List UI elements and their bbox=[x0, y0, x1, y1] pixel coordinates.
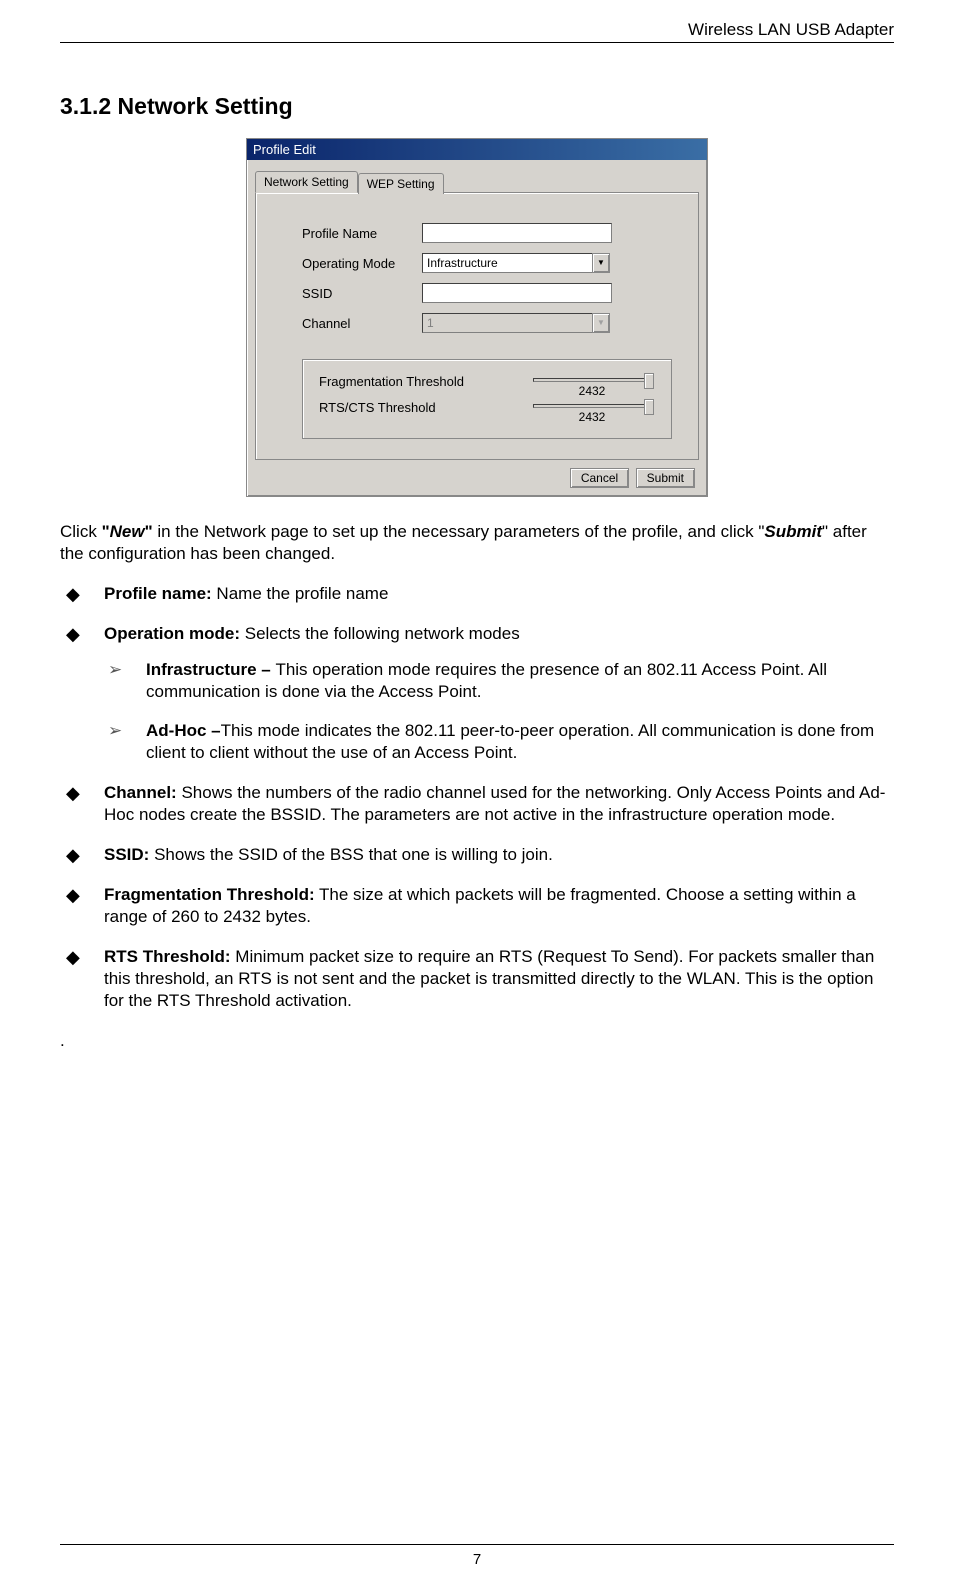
chevron-down-icon[interactable]: ▼ bbox=[592, 253, 610, 273]
combo-operating-mode-value: Infrastructure bbox=[422, 253, 592, 273]
bullet-label: Infrastructure – bbox=[146, 660, 275, 679]
bullet-profile-name: Profile name: Name the profile name bbox=[60, 583, 894, 605]
row-ssid: SSID bbox=[302, 283, 672, 303]
bullet-text: This mode indicates the 802.11 peer-to-p… bbox=[146, 721, 874, 762]
dialog-titlebar: Profile Edit bbox=[247, 139, 707, 160]
row-profile-name: Profile Name bbox=[302, 223, 672, 243]
bullet-rts-threshold: RTS Threshold: Minimum packet size to re… bbox=[60, 946, 894, 1012]
label-channel: Channel bbox=[302, 316, 422, 331]
sub-bullet-infrastructure: Infrastructure – This operation mode req… bbox=[104, 659, 894, 703]
text: Submit bbox=[764, 522, 822, 541]
sub-bullet-list: Infrastructure – This operation mode req… bbox=[104, 659, 894, 763]
rts-value: 2432 bbox=[529, 410, 655, 424]
combo-channel: 1 ▼ bbox=[422, 313, 610, 333]
slider-frag-threshold[interactable]: 2432 bbox=[529, 372, 655, 398]
text: in the Network page to set up the necess… bbox=[153, 522, 765, 541]
trailing-dot: . bbox=[60, 1031, 894, 1051]
slider-track bbox=[533, 404, 651, 408]
label-frag-threshold: Fragmentation Threshold bbox=[319, 372, 529, 389]
bullet-label: RTS Threshold: bbox=[104, 947, 231, 966]
bullet-label: Fragmentation Threshold: bbox=[104, 885, 315, 904]
bullet-text: Shows the numbers of the radio channel u… bbox=[104, 783, 885, 824]
bullet-text: Shows the SSID of the BSS that one is wi… bbox=[149, 845, 553, 864]
bullet-channel: Channel: Shows the numbers of the radio … bbox=[60, 782, 894, 826]
intro-paragraph: Click "New" in the Network page to set u… bbox=[60, 521, 894, 565]
page-header: Wireless LAN USB Adapter bbox=[60, 20, 894, 43]
slider-thumb-icon[interactable] bbox=[644, 399, 654, 415]
combo-operating-mode[interactable]: Infrastructure ▼ bbox=[422, 253, 610, 273]
bullet-list: Profile name: Name the profile name Oper… bbox=[60, 583, 894, 1012]
cancel-button[interactable]: Cancel bbox=[570, 468, 629, 488]
tab-row: Network Setting WEP Setting bbox=[255, 170, 699, 192]
dialog-button-row: Cancel Submit bbox=[255, 468, 699, 488]
bullet-text: Selects the following network modes bbox=[240, 624, 520, 643]
bullet-label: Channel: bbox=[104, 783, 177, 802]
submit-button[interactable]: Submit bbox=[636, 468, 695, 488]
bullet-operation-mode: Operation mode: Selects the following ne… bbox=[60, 623, 894, 763]
bullet-label: Profile name: bbox=[104, 584, 212, 603]
section-heading: 3.1.2 Network Setting bbox=[60, 93, 894, 120]
text: "New" bbox=[102, 522, 153, 541]
chevron-down-icon: ▼ bbox=[592, 313, 610, 333]
thresholds-group: Fragmentation Threshold 2432 RTS/CTS Thr… bbox=[302, 359, 672, 439]
row-frag-threshold: Fragmentation Threshold 2432 bbox=[319, 372, 655, 398]
bullet-label: SSID: bbox=[104, 845, 149, 864]
slider-track bbox=[533, 378, 651, 382]
sub-bullet-adhoc: Ad-Hoc –This mode indicates the 802.11 p… bbox=[104, 720, 894, 764]
row-operating-mode: Operating Mode Infrastructure ▼ bbox=[302, 253, 672, 273]
tab-page-network: Profile Name Operating Mode Infrastructu… bbox=[255, 192, 699, 460]
label-profile-name: Profile Name bbox=[302, 226, 422, 241]
row-channel: Channel 1 ▼ bbox=[302, 313, 672, 333]
bullet-text: Name the profile name bbox=[212, 584, 389, 603]
dialog-body: Network Setting WEP Setting Profile Name… bbox=[247, 160, 707, 496]
tab-wep-setting[interactable]: WEP Setting bbox=[358, 173, 444, 194]
input-profile-name[interactable] bbox=[422, 223, 612, 243]
profile-edit-dialog: Profile Edit Network Setting WEP Setting… bbox=[246, 138, 708, 497]
label-ssid: SSID bbox=[302, 286, 422, 301]
label-operating-mode: Operating Mode bbox=[302, 256, 422, 271]
slider-thumb-icon[interactable] bbox=[644, 373, 654, 389]
page-number: 7 bbox=[60, 1544, 894, 1568]
bullet-label: Ad-Hoc – bbox=[146, 721, 221, 740]
document-page: Wireless LAN USB Adapter 3.1.2 Network S… bbox=[0, 0, 954, 1596]
bullet-frag-threshold: Fragmentation Threshold: The size at whi… bbox=[60, 884, 894, 928]
combo-channel-value: 1 bbox=[422, 313, 592, 333]
input-ssid[interactable] bbox=[422, 283, 612, 303]
label-rts-threshold: RTS/CTS Threshold bbox=[319, 398, 529, 415]
slider-rts-threshold[interactable]: 2432 bbox=[529, 398, 655, 424]
dialog-screenshot: Profile Edit Network Setting WEP Setting… bbox=[60, 138, 894, 497]
bullet-ssid: SSID: Shows the SSID of the BSS that one… bbox=[60, 844, 894, 866]
product-name: Wireless LAN USB Adapter bbox=[688, 20, 894, 39]
row-rts-threshold: RTS/CTS Threshold 2432 bbox=[319, 398, 655, 424]
bullet-label: Operation mode: bbox=[104, 624, 240, 643]
text: Click bbox=[60, 522, 102, 541]
tab-network-setting[interactable]: Network Setting bbox=[255, 171, 358, 193]
frag-value: 2432 bbox=[529, 384, 655, 398]
